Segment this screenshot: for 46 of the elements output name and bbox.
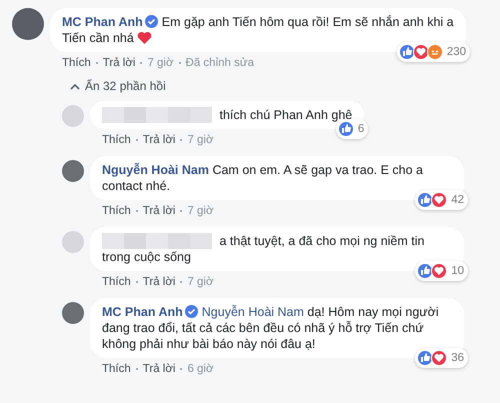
comment-text: thích chú Phan Anh ghê [102,108,352,122]
hide-replies-link[interactable]: Ẩn 32 phần hồi [70,79,166,93]
comment-text: Nguyễn Hoài Nam Cam on em. A sẽ gap va trao. E cho a contact nhé. [102,163,423,193]
reply-link[interactable]: Trả lời [142,204,176,218]
author-name[interactable]: Nguyễn Hoài Nam [102,163,209,177]
like-link[interactable]: Thích [102,133,131,147]
reply-link[interactable]: Trả lời [142,275,176,289]
like-reaction-icon [398,44,415,60]
avatar[interactable] [12,8,44,40]
love-reaction-icon [431,192,448,208]
author-name[interactable]: MC Phan Anh [62,15,143,29]
blurred-avatar [62,105,84,127]
comment-text: MC Phan Anh Em gặp anh Tiến hôm qua rồi! Em sẽ nhắn anh khi a Tiến cần nhá [62,15,454,45]
reply-link[interactable]: Trả lời [142,362,176,376]
reaction-summary[interactable]: 36 [415,348,468,368]
like-reaction-icon [417,263,434,279]
avatar[interactable] [62,160,84,182]
mention-link[interactable]: Nguyễn Hoài Nam [202,305,304,319]
edited-label: Đã chỉnh sửa [186,56,254,70]
reply-link[interactable]: Trả lời [102,56,136,70]
avatar[interactable] [62,302,84,324]
love-reaction-icon [431,263,448,279]
love-reaction-icon [431,350,448,366]
like-link[interactable]: Thích [102,204,131,218]
comment-text: a thật tuyệt, a đã cho mọi ng niềm tin trong cuộc sống [102,234,424,264]
timestamp: 6 giờ [187,362,214,376]
timestamp: 7 giờ [187,204,214,218]
reaction-summary[interactable]: 10 [415,261,468,281]
timestamp: 7 giờ [187,133,214,147]
comment-text: MC Phan Anh Nguyễn Hoài Nam dạ! Hôm nay mọi người đang trao đổi, tất cả các bên đều có nhã ý hỗ trợ Tiến chứ không phải như bài báo này nói đâu ạ! [102,305,439,351]
like-link[interactable]: Thích [102,275,131,289]
reply-link[interactable]: Trả lời [142,133,176,147]
like-reaction-icon [417,350,434,366]
like-link[interactable]: Thích [102,362,131,376]
chevron-up-icon [70,82,80,90]
like-reaction-icon [338,121,354,137]
reaction-summary[interactable]: 42 [415,190,468,210]
like-reaction-icon [417,192,434,208]
author-name[interactable]: MC Phan Anh [102,305,183,319]
angry-reaction-icon [426,44,443,60]
timestamp: 7 giờ [187,275,214,289]
reaction-summary[interactable]: 230 [396,42,470,62]
blurred-avatar [62,231,84,253]
love-reaction-icon [412,44,429,60]
like-link[interactable]: Thích [62,56,91,70]
timestamp: 7 giờ [147,56,174,70]
